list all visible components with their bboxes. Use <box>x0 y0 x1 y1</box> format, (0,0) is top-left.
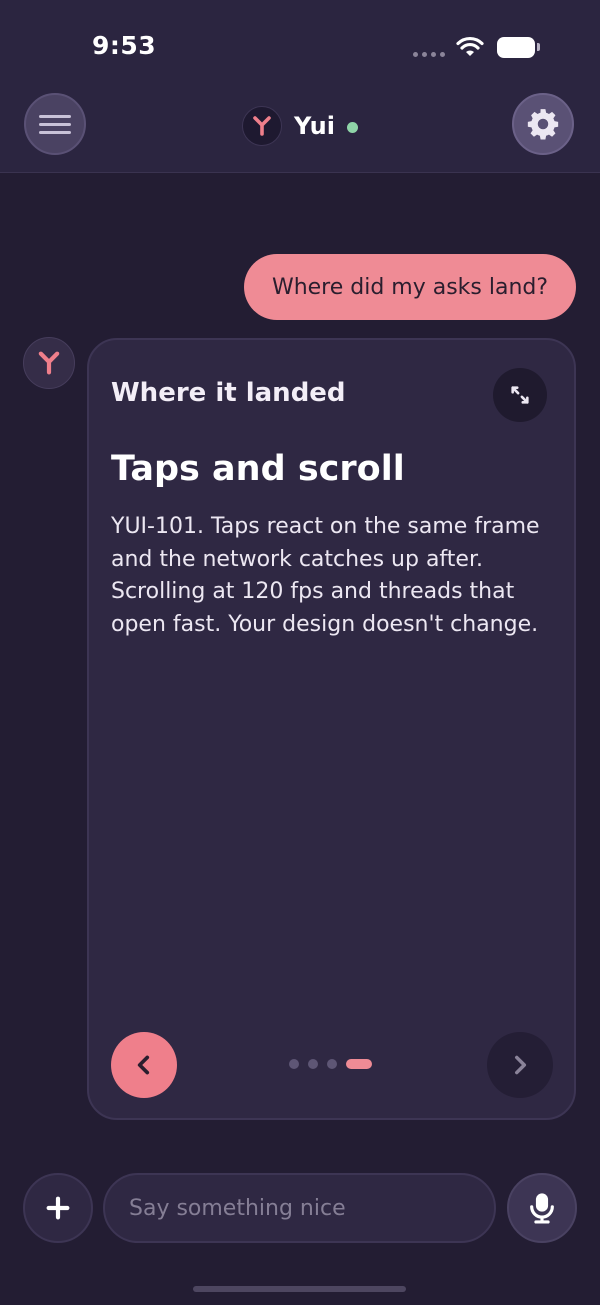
gear-icon <box>527 109 559 140</box>
menu-button[interactable] <box>24 93 86 155</box>
wifi-icon <box>456 36 484 56</box>
page-indicator <box>289 1059 372 1069</box>
settings-button[interactable] <box>512 93 574 155</box>
page-dot-active[interactable] <box>346 1059 372 1069</box>
app-header: Yui <box>0 90 600 173</box>
battery-icon <box>497 37 535 58</box>
page-dot[interactable] <box>308 1059 318 1069</box>
user-message-text: Where did my asks land? <box>271 274 549 300</box>
bot-avatar <box>23 337 75 389</box>
add-attachment-button[interactable] <box>23 1173 93 1243</box>
menu-icon <box>39 110 71 139</box>
answer-card: Where it landed Taps and scroll YUI-101.… <box>87 338 576 1120</box>
microphone-icon <box>530 1193 554 1224</box>
chat-name: Yui <box>294 112 335 140</box>
status-bar: 9:53 <box>0 0 600 90</box>
home-indicator <box>193 1286 406 1292</box>
voice-input-button[interactable] <box>507 1173 577 1243</box>
user-message-bubble: Where did my asks land? <box>244 254 576 320</box>
chat-title: Yui <box>242 106 358 146</box>
message-input[interactable] <box>103 1173 496 1243</box>
page-dot[interactable] <box>327 1059 337 1069</box>
next-page-button[interactable] <box>487 1032 553 1098</box>
battery-tip <box>537 43 540 51</box>
plus-icon <box>46 1196 70 1220</box>
cellular-signal-icon <box>413 52 445 57</box>
card-kicker: Where it landed <box>111 378 346 408</box>
card-body: YUI-101. Taps react on the same frame an… <box>111 514 540 637</box>
page-dot[interactable] <box>289 1059 299 1069</box>
expand-icon <box>511 386 529 404</box>
yui-logo-icon <box>38 351 60 375</box>
online-status-dot <box>346 121 358 133</box>
status-time: 9:53 <box>92 31 157 60</box>
expand-button[interactable] <box>493 368 547 422</box>
previous-page-button[interactable] <box>111 1032 177 1098</box>
card-title: Taps and scroll <box>111 449 405 489</box>
chevron-left-icon <box>137 1055 150 1075</box>
yui-logo-icon <box>242 106 282 146</box>
chevron-right-icon <box>515 1055 527 1075</box>
